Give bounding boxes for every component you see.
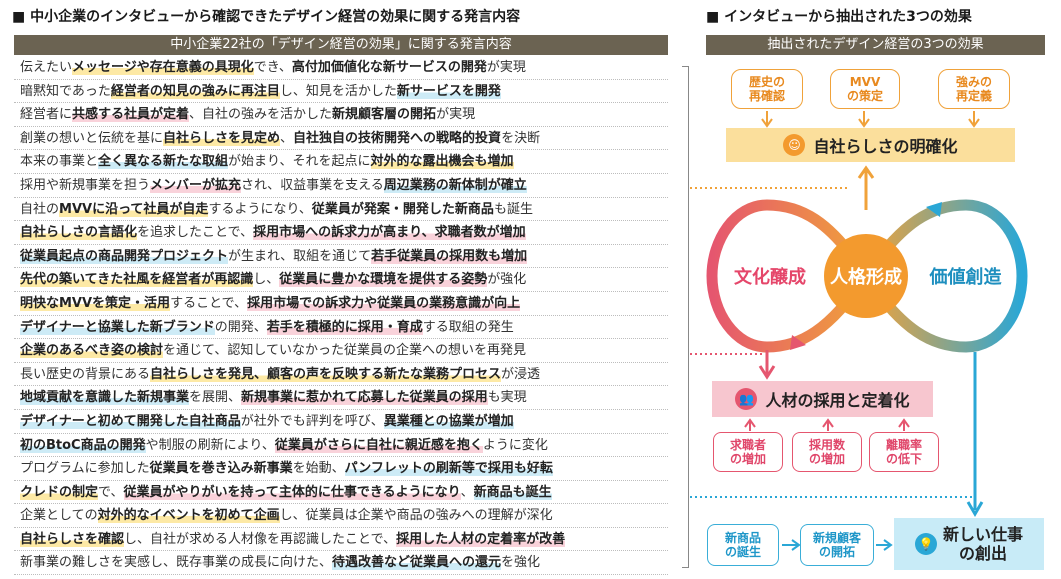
turnover-box: 離職率 の低下 bbox=[869, 432, 939, 472]
arrow-history bbox=[761, 111, 773, 128]
value-label: 価値創造 bbox=[929, 267, 1002, 288]
arrow-new-products bbox=[782, 539, 801, 551]
strength-box: 強みの 再定義 bbox=[938, 69, 1010, 109]
history-box: 歴史の 再確認 bbox=[731, 69, 803, 109]
new-work-main-box: 💡 新しい仕事 の創出 bbox=[894, 518, 1044, 570]
identity-icon: ☺ bbox=[783, 134, 806, 156]
effects-diagram bbox=[690, 111, 1028, 551]
lightbulb-icon: 💡 bbox=[914, 533, 937, 555]
arrow-down-pink bbox=[758, 350, 776, 380]
seekers-box: 求職者 の増加 bbox=[713, 432, 783, 472]
new-customers-box: 新規顧客 の開拓 bbox=[800, 524, 874, 566]
arrow-new-customers bbox=[876, 539, 893, 551]
talent-main-box: 👥 人材の採用と定着化 bbox=[712, 381, 933, 417]
mvv-box: MVV の策定 bbox=[830, 69, 900, 109]
arrow-down-blue bbox=[966, 352, 984, 517]
arrow-up bbox=[857, 165, 875, 210]
character-label: 人格形成 bbox=[830, 267, 902, 288]
arrow-mvv bbox=[858, 111, 870, 128]
arrow-turnover bbox=[898, 418, 910, 431]
people-icon: 👥 bbox=[735, 388, 758, 410]
hires-box: 採用数 の増加 bbox=[792, 432, 862, 472]
arrow-hires bbox=[822, 418, 834, 431]
arrow-strength bbox=[968, 111, 980, 128]
culture-label: 文化醸成 bbox=[734, 267, 806, 288]
arrow-seekers bbox=[744, 418, 756, 431]
new-products-box: 新商品 の誕生 bbox=[707, 524, 779, 566]
identity-main-box: ☺ 自社らしさの明確化 bbox=[726, 128, 1015, 162]
